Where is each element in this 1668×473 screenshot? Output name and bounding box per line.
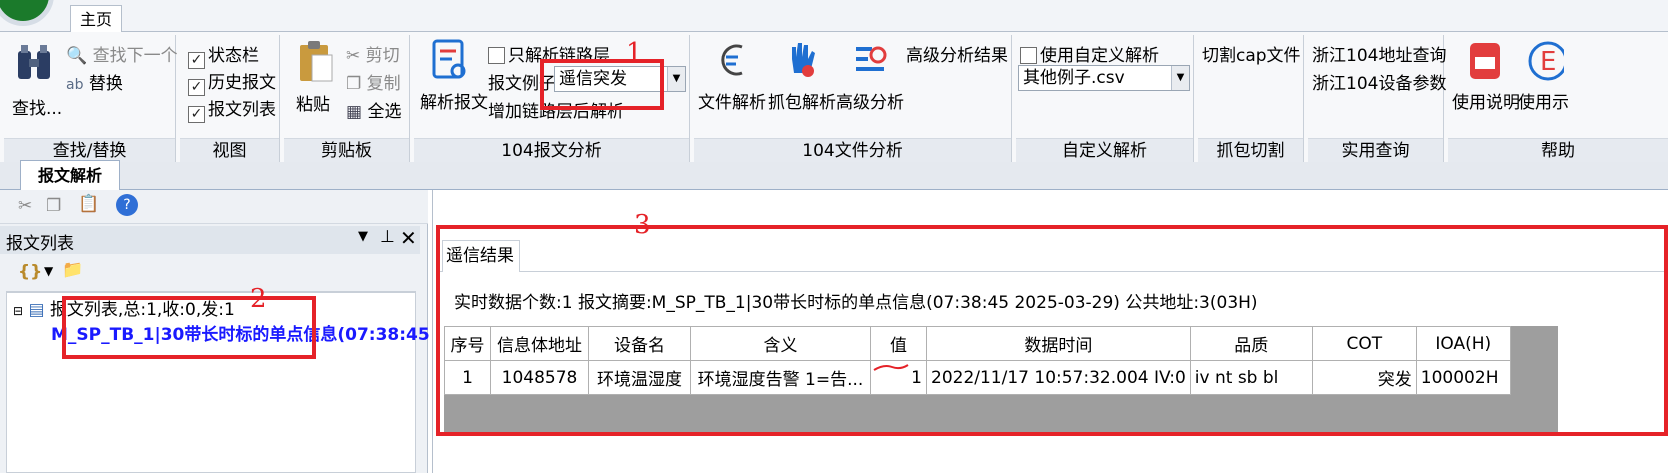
checkbox-unchecked-icon [488,47,505,64]
annotation-box-2 [62,296,316,359]
capture-parse-button[interactable]: 抓包解析 [768,39,836,113]
group-title-104-analysis: 104报文分析 [414,138,689,162]
tree-root-icon: ▤ [28,300,45,320]
cut-button[interactable]: ✂ 剪切 [346,41,400,66]
device-param-button[interactable]: 浙江104设备参数 [1312,69,1446,94]
binoculars-icon [18,45,50,79]
address-query-button[interactable]: 浙江104地址查询 [1312,41,1446,66]
group-104-file: 文件解析 抓包解析 高级分析 高级分析结果 104文件分析 [694,35,1012,162]
group-custom: 使用自定义解析 其他例子.csv ▼ 自定义解析 [1016,35,1194,162]
status-bar-checkbox[interactable]: ✓ 状态栏 [188,41,259,69]
message-list-header: 报文列表 ▼ ⊥ ✕ [0,226,420,254]
advanced-analysis-icon [856,46,887,71]
group-query: 浙江104地址查询 浙江104设备参数 实用查询 [1308,35,1446,162]
tab-home[interactable]: 主页 [70,5,122,33]
use-custom-checkbox[interactable]: 使用自定义解析 [1020,41,1159,66]
group-title-query: 实用查询 [1308,138,1443,162]
replace-button[interactable]: ab 替换 [66,69,123,94]
annotation-number-2: 2 [250,284,267,314]
file-parse-icon [721,44,743,76]
copy-button[interactable]: ❐ 复制 [346,69,401,94]
group-title-capture: 抓包切割 [1198,138,1303,162]
group-title-find: 查找/替换 [4,138,175,162]
hand-capture-icon [792,43,815,77]
cut-icon[interactable]: ✂ [18,196,32,216]
tab-message-parse[interactable]: 报文解析 [20,160,120,190]
folder-icon[interactable]: 📁 [62,260,83,280]
custom-csv-combo[interactable]: 其他例子.csv ▼ [1018,65,1190,91]
close-icon[interactable]: ✕ [400,226,417,250]
checkbox-checked-icon: ✓ [188,79,205,96]
pin-icon[interactable]: ⊥ [380,227,395,247]
left-toolbar: ✂ ❐ 📋 ? [0,190,428,224]
demo-button[interactable]: E 使用示 [1518,39,1569,113]
chevron-down-icon[interactable]: ▼ [667,67,685,91]
chevron-down-icon[interactable]: ▼ [1171,66,1189,90]
copy-icon: ❐ [346,74,362,94]
help-icon[interactable]: ? [116,194,138,216]
braces-icon[interactable]: {} [18,262,42,282]
group-title-custom: 自定义解析 [1016,138,1193,162]
ribbon-tab-bar [0,0,1668,32]
find-button[interactable]: 查找... [12,41,62,119]
file-parse-button[interactable]: 文件解析 [698,39,766,113]
document-tab-strip [0,162,1668,190]
replace-icon: ab [66,77,84,93]
history-checkbox[interactable]: ✓ 历史报文 [188,68,276,96]
select-all-button[interactable]: ▦ 全选 [346,97,401,122]
group-help: 使用说明 E 使用示 帮助 [1448,35,1668,162]
message-list-toolbar: {} ▼ 📁 [6,258,416,292]
demo-e-icon: E [1528,41,1567,81]
annotation-number-3: 3 [634,210,651,240]
parse-button[interactable]: 解析报文 [420,39,488,113]
chevron-down-icon[interactable]: ▼ [44,264,53,278]
annotation-box-3 [436,225,1668,436]
group-clipboard: 粘贴 ✂ 剪切 ❐ 复制 ▦ 全选 剪贴板 [284,35,410,162]
group-title-help: 帮助 [1448,138,1668,162]
message-list-title: 报文列表 [6,234,74,254]
annotation-number-1: 1 [626,38,643,68]
group-find-replace: 查找... 🔍 查找下一个 ab 替换 查找/替换 [4,35,178,162]
dropdown-icon[interactable]: ▼ [358,229,368,244]
select-all-icon: ▦ [346,102,363,122]
paste-button[interactable]: 粘贴 [296,39,336,115]
group-title-clipboard: 剪贴板 [284,138,409,162]
group-view: ✓ 状态栏 ✓ 历史报文 ✓ 报文列表 视图 [180,35,280,162]
find-next-icon: 🔍 [66,46,88,66]
tree-collapse-icon[interactable]: ⊟ [13,304,23,318]
paste-icon [300,41,333,82]
parse-document-icon [432,39,466,79]
manual-104-icon [1470,43,1500,79]
scissors-icon: ✂ [346,46,361,66]
cut-cap-button[interactable]: 切割cap文件 [1202,41,1301,66]
annotation-box-1 [540,59,664,110]
checkbox-checked-icon: ✓ [188,52,205,69]
msg-list-checkbox[interactable]: ✓ 报文列表 [188,95,276,123]
advanced-analysis-button[interactable]: 高级分析 [836,39,904,113]
group-title-view: 视图 [180,138,279,162]
svg-text:E: E [1540,47,1556,77]
copy-icon[interactable]: ❐ [46,196,61,216]
checkbox-unchecked-icon [1020,47,1037,64]
group-title-104-file: 104文件分析 [694,138,1011,162]
find-next-button[interactable]: 🔍 查找下一个 [66,41,178,66]
group-capture-cut: 切割cap文件 抓包切割 [1198,35,1304,162]
manual-button[interactable]: 使用说明 [1452,39,1520,113]
checkbox-checked-icon: ✓ [188,106,205,123]
paste-icon[interactable]: 📋 [78,194,99,214]
advanced-result-button[interactable]: 高级分析结果 [906,41,1008,66]
